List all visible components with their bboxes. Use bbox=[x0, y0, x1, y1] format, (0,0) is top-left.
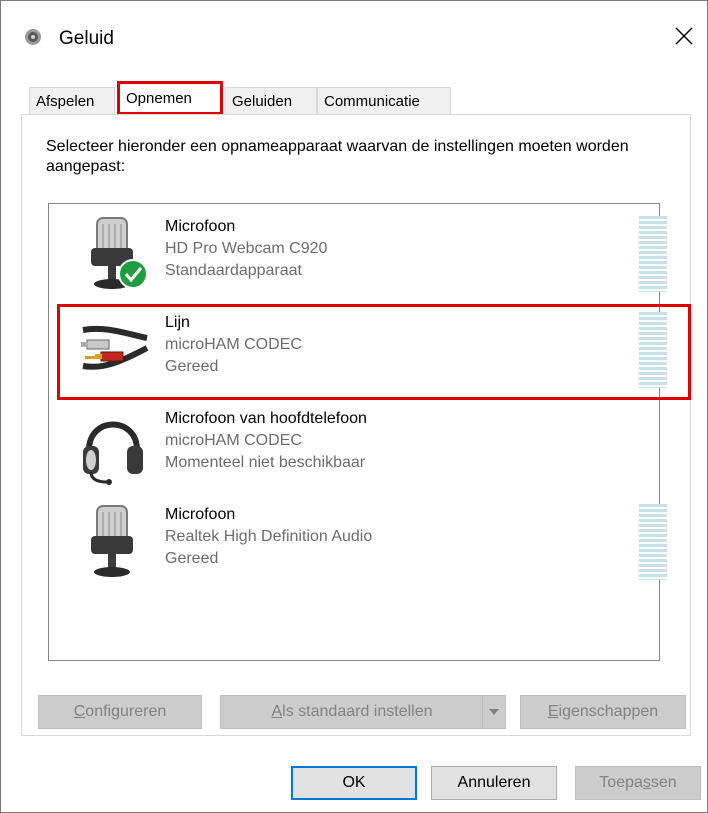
microphone-icon bbox=[91, 505, 133, 577]
device-name: Microfoon van hoofdtelefoon bbox=[165, 410, 367, 427]
close-icon bbox=[675, 27, 693, 45]
device-list[interactable]: Microfoon HD Pro Webcam C920 Standaardap… bbox=[48, 203, 691, 661]
device-description: microHAM CODEC bbox=[165, 432, 302, 449]
device-item[interactable]: Microfoon HD Pro Webcam C920 Standaardap… bbox=[49, 208, 667, 300]
tab-strip: Afspelen Opnemen Geluiden Communicatie bbox=[21, 81, 691, 115]
tab-communicatie[interactable]: Communicatie bbox=[317, 87, 451, 114]
microphone-default-icon bbox=[91, 217, 148, 289]
set-default-button[interactable]: Als standaard instellen bbox=[221, 696, 483, 728]
device-status: Standaardapparaat bbox=[165, 262, 302, 279]
button-label-suffix: ls standaard instellen bbox=[282, 703, 433, 720]
properties-button[interactable]: Eigenschappen bbox=[520, 695, 686, 729]
set-default-split-button[interactable]: Als standaard instellen bbox=[220, 695, 506, 729]
button-label-accesskey: C bbox=[73, 703, 86, 720]
device-name: Microfoon bbox=[165, 218, 236, 235]
device-description: HD Pro Webcam C920 bbox=[165, 240, 328, 257]
highlight-annotation bbox=[57, 304, 691, 400]
close-button[interactable] bbox=[661, 15, 707, 57]
sound-dialog: Geluid Afspelen Opnemen Geluiden Communi… bbox=[0, 0, 708, 813]
device-status: Gereed bbox=[165, 550, 219, 567]
button-label-accesskey: A bbox=[271, 703, 283, 720]
button-label-accesskey: E bbox=[547, 703, 559, 720]
button-label-accesskey: s bbox=[642, 774, 651, 791]
instructions-text: Selecteer hieronder een opnameapparaat w… bbox=[46, 138, 629, 175]
button-label-suffix: sen bbox=[650, 774, 677, 791]
configure-button[interactable]: Configureren bbox=[38, 695, 202, 729]
button-label-prefix: Toepa bbox=[599, 774, 643, 791]
apply-button[interactable]: Toepassen bbox=[575, 766, 701, 800]
device-status: Momenteel niet beschikbaar bbox=[165, 454, 366, 471]
set-default-dropdown[interactable] bbox=[482, 696, 505, 728]
tab-panel: Selecteer hieronder een opnameapparaat w… bbox=[21, 114, 691, 736]
level-meter bbox=[639, 504, 667, 580]
cancel-button[interactable]: Annuleren bbox=[431, 766, 557, 800]
title-bar: Geluid bbox=[1, 1, 707, 71]
device-description: Realtek High Definition Audio bbox=[165, 528, 373, 545]
ok-button[interactable]: OK bbox=[291, 766, 417, 800]
tab-opnemen[interactable]: Opnemen bbox=[117, 81, 223, 115]
button-label-suffix: onfigureren bbox=[85, 703, 167, 720]
tab-geluiden[interactable]: Geluiden bbox=[225, 87, 317, 114]
device-name: Microfoon bbox=[165, 506, 236, 523]
headset-icon bbox=[83, 421, 143, 485]
button-label-suffix: igenschappen bbox=[558, 703, 659, 720]
speaker-icon bbox=[25, 29, 41, 45]
window-title: Geluid bbox=[59, 28, 114, 49]
device-item[interactable]: Microfoon van hoofdtelefoon microHAM COD… bbox=[49, 400, 659, 492]
device-item[interactable]: Microfoon Realtek High Definition Audio … bbox=[49, 496, 667, 588]
level-meter bbox=[639, 216, 667, 292]
tab-afspelen[interactable]: Afspelen bbox=[29, 87, 115, 114]
chevron-down-icon bbox=[489, 709, 499, 715]
